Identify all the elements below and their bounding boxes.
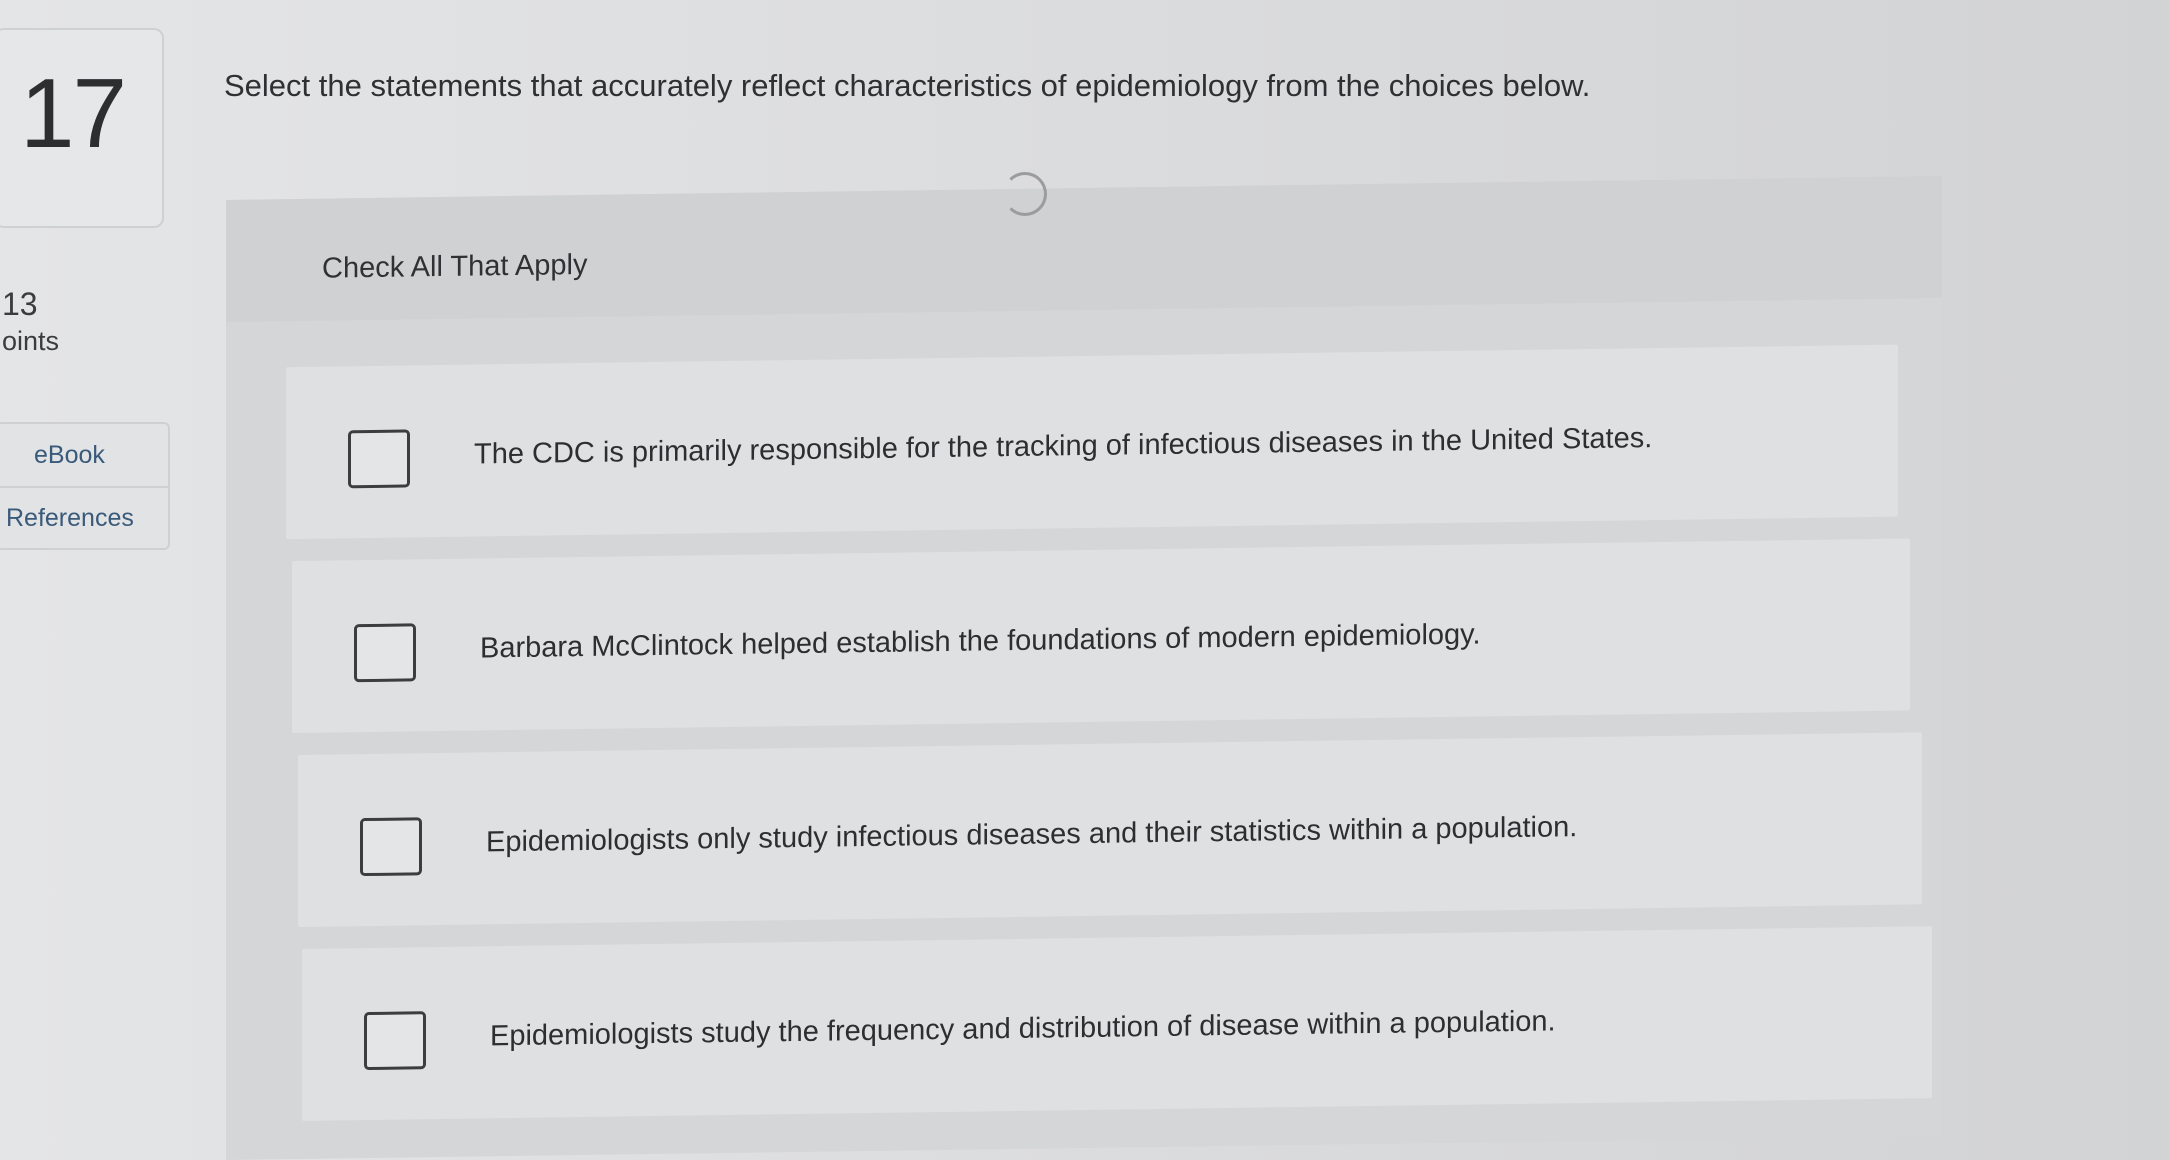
option-text: Barbara McClintock helped establish the …: [480, 618, 1481, 665]
option-checkbox[interactable]: [360, 817, 422, 877]
references-link[interactable]: References: [0, 486, 168, 548]
question-prompt: Select the statements that accurately re…: [224, 68, 1591, 103]
option-checkbox[interactable]: [348, 429, 410, 489]
answer-option[interactable]: Epidemiologists only study infectious di…: [298, 732, 1922, 927]
page: 17 13 oints eBook References Select the …: [0, 0, 2169, 1160]
option-checkbox[interactable]: [354, 623, 416, 683]
ebook-link[interactable]: eBook: [0, 424, 168, 486]
option-text: Epidemiologists study the frequency and …: [490, 1005, 1556, 1053]
side-links: eBook References: [0, 422, 170, 550]
answer-panel: Check All That Apply The CDC is primaril…: [226, 176, 1942, 1160]
option-text: Epidemiologists only study infectious di…: [486, 811, 1578, 859]
points-value: 13: [2, 286, 38, 322]
answer-option[interactable]: Barbara McClintock helped establish the …: [292, 538, 1910, 734]
panel-title: Check All That Apply: [322, 248, 588, 285]
panel-header: Check All That Apply: [226, 176, 1942, 322]
loading-spinner-icon: [1003, 172, 1047, 216]
option-checkbox[interactable]: [364, 1011, 426, 1071]
option-text: The CDC is primarily responsible for the…: [474, 422, 1653, 471]
question-number: 17: [20, 58, 127, 168]
answer-option[interactable]: Epidemiologists study the frequency and …: [302, 926, 1932, 1121]
answer-option[interactable]: The CDC is primarily responsible for the…: [286, 344, 1898, 540]
points-label: oints: [2, 326, 60, 356]
